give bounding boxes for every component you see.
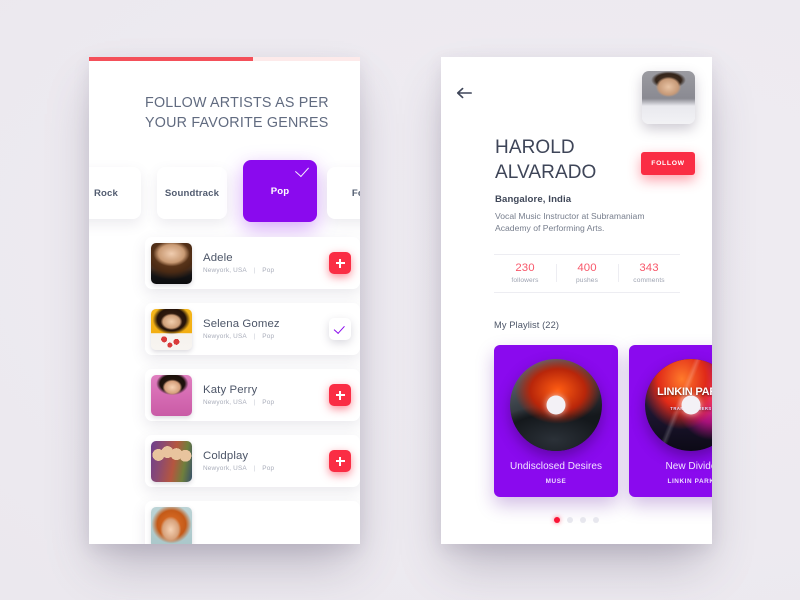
profile-bio: Vocal Music Instructor at Subramaniam Ac…: [495, 211, 645, 234]
playlist-heading: My Playlist (22): [494, 320, 560, 330]
artist-location: Newyork, USA: [203, 333, 247, 340]
right-phone-screen: HAROLD ALVARADO FOLLOW Bangalore, India …: [441, 57, 712, 544]
follow-add-button[interactable]: [329, 252, 351, 274]
page-title: HAROLD ALVARADO: [495, 137, 597, 183]
artist-location: Newyork, USA: [203, 267, 247, 274]
album-artwork: LINKIN PARK TRANSFORMERS: [645, 359, 712, 451]
genre-chip-pop[interactable]: Pop: [243, 160, 317, 222]
artist-location: Newyork, USA: [203, 399, 247, 406]
onboarding-progress-track: [89, 57, 360, 61]
artist-subtitle: Newyork, USA | Pop: [203, 465, 329, 472]
carousel-dot-4[interactable]: [593, 517, 599, 523]
artist-subtitle: Newyork, USA | Pop: [203, 333, 329, 340]
table-row[interactable]: Coldplay Newyork, USA | Pop: [145, 435, 360, 487]
artist-meta: Katy Perry Newyork, USA | Pop: [203, 384, 329, 406]
follow-add-button[interactable]: [329, 384, 351, 406]
separator: |: [253, 333, 256, 340]
disc-hole: [546, 395, 566, 415]
artist-genre: Pop: [262, 333, 275, 340]
artist-avatar: [151, 374, 192, 416]
carousel-dot-1[interactable]: [554, 517, 560, 523]
album-artist: LINKIN PARK: [667, 478, 712, 485]
genre-chip-label: Folk: [351, 187, 360, 199]
album-artwork-text: LINKIN PARK TRANSFORMERS: [645, 385, 712, 415]
artist-avatar: [151, 506, 192, 544]
separator: |: [253, 465, 256, 472]
genre-chip-label: Rock: [93, 187, 119, 199]
table-row[interactable]: Katy Perry Newyork, USA | Pop: [145, 369, 360, 421]
album-title: New Divide: [665, 461, 712, 472]
arrow-left-icon[interactable]: [455, 86, 473, 100]
album-card[interactable]: Undisclosed Desires MUSE: [494, 345, 618, 497]
stat-pushes: 400 pushes: [556, 262, 618, 284]
stat-followers: 230 followers: [494, 262, 556, 284]
stat-value: 400: [577, 262, 597, 274]
artist-meta: Adele Newyork, USA | Pop: [203, 252, 329, 274]
artist-name: Adele: [203, 252, 233, 264]
artist-name: Coldplay: [203, 450, 249, 462]
stat-label: followers: [511, 277, 539, 284]
album-artist: MUSE: [545, 478, 567, 485]
artist-location: Newyork, USA: [203, 465, 247, 472]
artist-subtitle: Newyork, USA | Pop: [203, 267, 329, 274]
stat-value: 343: [639, 262, 659, 274]
artist-avatar: [151, 440, 192, 482]
genre-chip-folk[interactable]: Folk: [327, 167, 360, 219]
onboarding-progress-fill: [89, 57, 253, 61]
stat-comments: 343 comments: [618, 262, 680, 284]
playlist-carousel[interactable]: Undisclosed Desires MUSE LINKIN PARK TRA…: [494, 345, 712, 500]
genre-chip-soundtrack[interactable]: Soundtrack: [157, 167, 227, 219]
table-row[interactable]: Selena Gomez Newyork, USA | Pop: [145, 303, 360, 355]
artist-name: Katy Perry: [203, 384, 258, 396]
followed-check-button[interactable]: [329, 318, 351, 340]
album-title: Undisclosed Desires: [509, 461, 603, 472]
artist-name: Selena Gomez: [203, 318, 280, 330]
genre-chip-group: Rock Soundtrack Pop Folk: [89, 160, 360, 226]
follow-add-button[interactable]: [329, 450, 351, 472]
left-phone-screen: FOLLOW ARTISTS AS PER YOUR FAVORITE GENR…: [89, 57, 360, 544]
follow-button-label: FOLLOW: [651, 160, 685, 167]
avatar: [642, 71, 695, 124]
artist-list: Adele Newyork, USA | Pop Selena Gomez Ne…: [145, 237, 360, 544]
album-disc: [510, 359, 602, 451]
stat-label: comments: [633, 277, 665, 284]
page-title: FOLLOW ARTISTS AS PER YOUR FAVORITE GENR…: [145, 95, 329, 131]
table-row[interactable]: [145, 501, 360, 544]
artist-avatar: [151, 308, 192, 350]
artwork-band-name: LINKIN PARK: [657, 385, 712, 398]
screenshot-stage: FOLLOW ARTISTS AS PER YOUR FAVORITE GENR…: [0, 0, 800, 600]
profile-location: Bangalore, India: [495, 194, 572, 205]
artist-genre: Pop: [262, 465, 275, 472]
follow-button[interactable]: FOLLOW: [641, 152, 695, 175]
stat-value: 230: [515, 262, 535, 274]
table-row[interactable]: Adele Newyork, USA | Pop: [145, 237, 360, 289]
album-disc: LINKIN PARK TRANSFORMERS: [645, 359, 712, 451]
artist-avatar: [151, 242, 192, 284]
artist-genre: Pop: [262, 399, 275, 406]
disc-hole: [681, 395, 701, 415]
artist-subtitle: Newyork, USA | Pop: [203, 399, 329, 406]
artist-meta: Selena Gomez Newyork, USA | Pop: [203, 318, 329, 340]
album-card[interactable]: LINKIN PARK TRANSFORMERS New Divide LINK…: [629, 345, 712, 497]
stat-label: pushes: [575, 277, 599, 284]
carousel-pagination[interactable]: [441, 517, 712, 523]
profile-stats: 230 followers 400 pushes 343 comments: [494, 254, 680, 293]
genre-chip-label: Soundtrack: [164, 187, 220, 199]
genre-chip-rock[interactable]: Rock: [89, 167, 141, 219]
artwork-subtext: TRANSFORMERS: [645, 404, 712, 415]
carousel-dot-3[interactable]: [580, 517, 586, 523]
separator: |: [253, 267, 256, 274]
genre-chip-label: Pop: [270, 185, 290, 197]
artist-meta: Coldplay Newyork, USA | Pop: [203, 450, 329, 472]
carousel-dot-2[interactable]: [567, 517, 573, 523]
artist-genre: Pop: [262, 267, 275, 274]
check-icon: [295, 162, 309, 178]
separator: |: [253, 399, 256, 406]
